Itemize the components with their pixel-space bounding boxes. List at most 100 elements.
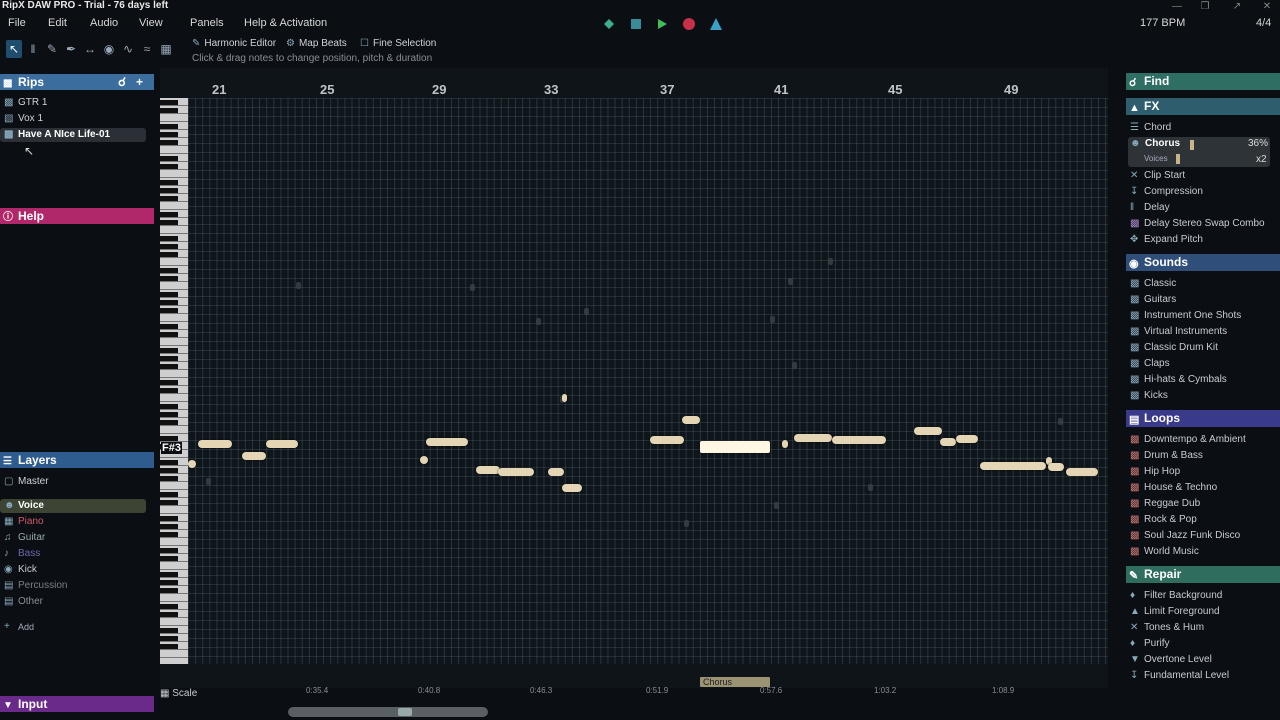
- sounds-item[interactable]: ▩ Hi-hats & Cymbals: [1128, 373, 1227, 387]
- search-icon[interactable]: ☌: [118, 74, 126, 90]
- black-key[interactable]: [160, 212, 178, 217]
- black-key[interactable]: [160, 420, 178, 425]
- fx-item[interactable]: ✥ Expand Pitch: [1128, 233, 1203, 247]
- black-key[interactable]: [160, 100, 178, 105]
- black-key[interactable]: [160, 196, 178, 201]
- add-icon[interactable]: +: [136, 74, 143, 90]
- black-key[interactable]: [160, 636, 178, 641]
- restore-icon[interactable]: ❐: [1198, 1, 1212, 12]
- loops-item[interactable]: ▩ House & Techno: [1128, 481, 1217, 495]
- menu-help-activation[interactable]: Help & Activation: [244, 17, 327, 29]
- harmonic-editor-toggle[interactable]: ✎ Harmonic Editor: [192, 38, 276, 49]
- sounds-item[interactable]: ▩ Classic Drum Kit: [1128, 341, 1218, 355]
- repair-item[interactable]: ♦ Purify: [1128, 637, 1170, 651]
- draw-tool-icon[interactable]: ✎: [44, 40, 60, 58]
- black-key[interactable]: [160, 308, 178, 313]
- black-key[interactable]: [160, 388, 178, 393]
- bar-ruler[interactable]: 21 25 29 33 37 41 45 49: [188, 80, 1108, 98]
- black-key[interactable]: [160, 644, 178, 649]
- sounds-panel-header[interactable]: ◉ Sounds: [1126, 254, 1280, 271]
- menu-file[interactable]: File: [8, 17, 26, 29]
- sounds-item[interactable]: ▩ Claps: [1128, 357, 1170, 371]
- loops-item[interactable]: ▩ Drum & Bass: [1128, 449, 1203, 463]
- horizontal-scrollbar[interactable]: [288, 707, 488, 717]
- note[interactable]: [242, 452, 266, 460]
- loop-icon[interactable]: [602, 17, 616, 31]
- layer-item[interactable]: ◉ Kick: [0, 563, 37, 577]
- repair-item[interactable]: ✕ Tones & Hum: [1128, 621, 1204, 635]
- black-key[interactable]: [160, 580, 178, 585]
- repair-panel-header[interactable]: ✎ Repair: [1126, 566, 1280, 583]
- map-beats-toggle[interactable]: ⚙ Map Beats: [286, 38, 347, 49]
- help-panel-header[interactable]: ⓘ Help: [0, 208, 154, 224]
- wave-tool-icon[interactable]: ≈: [139, 40, 155, 58]
- select-tool-icon[interactable]: ↖: [6, 40, 22, 58]
- layer-item[interactable]: ♪ Bass: [0, 547, 40, 561]
- black-key[interactable]: [160, 252, 178, 257]
- black-key[interactable]: [160, 468, 178, 473]
- black-key[interactable]: [160, 244, 178, 249]
- note[interactable]: [476, 466, 500, 474]
- rip-item[interactable]: ▩ GTR 1: [0, 96, 146, 110]
- black-key[interactable]: [160, 628, 178, 633]
- loops-item[interactable]: ▩ Rock & Pop: [1128, 513, 1197, 527]
- loops-item[interactable]: ▩ Soul Jazz Funk Disco: [1128, 529, 1240, 543]
- black-key[interactable]: [160, 292, 178, 297]
- note-grid[interactable]: [188, 98, 1108, 664]
- selected-note[interactable]: [700, 441, 770, 453]
- piano-keyboard[interactable]: [160, 98, 188, 664]
- fx-item[interactable]: ‖ Delay: [1128, 201, 1170, 215]
- repair-item[interactable]: ↧ Fundamental Level: [1128, 669, 1229, 683]
- note[interactable]: [426, 438, 468, 446]
- rip-item-selected[interactable]: ▩ Have A NIce Life-01: [0, 128, 146, 142]
- fx-item[interactable]: ☰ Chord: [1128, 121, 1171, 135]
- note[interactable]: [188, 460, 196, 468]
- black-key[interactable]: [160, 380, 178, 385]
- black-key[interactable]: [160, 236, 178, 241]
- sounds-item[interactable]: ▩ Virtual Instruments: [1128, 325, 1227, 339]
- fx-item[interactable]: ✕ Clip Start: [1128, 169, 1185, 183]
- layer-master[interactable]: ▢ Master: [0, 475, 146, 489]
- note[interactable]: [1066, 468, 1098, 476]
- metronome-icon[interactable]: [709, 17, 723, 31]
- note[interactable]: [794, 434, 832, 442]
- add-layer-button[interactable]: + Add: [0, 620, 34, 634]
- menu-panels[interactable]: Panels: [190, 17, 224, 29]
- black-key[interactable]: [160, 180, 178, 185]
- black-key[interactable]: [160, 164, 178, 169]
- black-key[interactable]: [160, 556, 178, 561]
- note[interactable]: [562, 484, 582, 492]
- black-key[interactable]: [160, 364, 178, 369]
- black-key[interactable]: [160, 604, 178, 609]
- black-key[interactable]: [160, 404, 178, 409]
- loops-item[interactable]: ▩ World Music: [1128, 545, 1199, 559]
- black-key[interactable]: [160, 348, 178, 353]
- layer-item[interactable]: ♫ Guitar: [0, 531, 45, 545]
- black-key[interactable]: [160, 220, 178, 225]
- harmonic-tool-icon[interactable]: ‖: [25, 40, 41, 58]
- rips-panel-header[interactable]: ▩ Rips ☌ +: [0, 74, 154, 90]
- black-key[interactable]: [160, 108, 178, 113]
- menu-audio[interactable]: Audio: [90, 17, 118, 29]
- time-signature[interactable]: 4/4: [1256, 17, 1271, 29]
- note[interactable]: [548, 468, 564, 476]
- note[interactable]: [940, 438, 956, 446]
- stamp-tool-icon[interactable]: ▦: [158, 40, 174, 58]
- chorus-amount-slider[interactable]: [1190, 140, 1194, 150]
- menu-edit[interactable]: Edit: [48, 17, 67, 29]
- note[interactable]: [956, 435, 978, 443]
- black-key[interactable]: [160, 324, 178, 329]
- layer-item[interactable]: ▤ Percussion: [0, 579, 67, 593]
- repair-item[interactable]: ▼ Overtone Level: [1128, 653, 1212, 667]
- note[interactable]: [782, 440, 788, 448]
- maximize-icon[interactable]: ↗: [1230, 1, 1244, 12]
- black-key[interactable]: [160, 356, 178, 361]
- note[interactable]: [498, 468, 534, 476]
- find-panel-header[interactable]: ☌ Find: [1126, 73, 1280, 90]
- black-key[interactable]: [160, 124, 178, 129]
- black-key[interactable]: [160, 516, 178, 521]
- chorus-fx-row[interactable]: ☻ Chorus 36% Voices x2: [1128, 137, 1270, 167]
- black-key[interactable]: [160, 572, 178, 577]
- split-tool-icon[interactable]: ↔: [82, 40, 98, 58]
- play-icon[interactable]: [655, 17, 669, 31]
